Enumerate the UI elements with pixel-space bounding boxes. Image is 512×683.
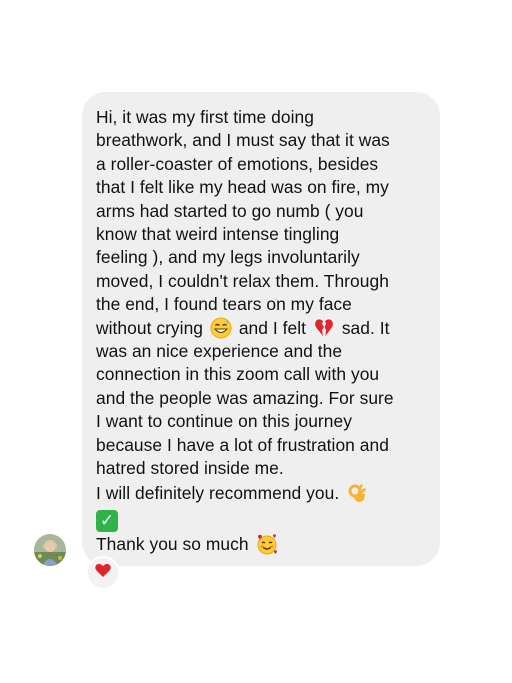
thank-you-line: Thank you so much (96, 533, 430, 556)
message-body-part1: Hi, it was my first time doing breathwor… (96, 107, 390, 338)
message-text-sad: sad. It (341, 317, 390, 338)
message-bubble[interactable]: Hi, it was my first time doing breathwor… (82, 92, 440, 566)
sender-avatar[interactable] (34, 534, 66, 566)
red-heart-icon (95, 563, 111, 583)
message-body-part2: was an nice experience and the connectio… (96, 341, 394, 479)
message-text-and-i-felt: and I felt (238, 317, 307, 338)
ok-hand-emoji-icon (346, 482, 368, 504)
grinning-sweat-emoji-icon (210, 317, 232, 339)
recommend-line: I will definitely recommend you. ✓ (96, 482, 430, 532)
thank-you-text: Thank you so much (96, 533, 249, 554)
chat-screen: Hi, it was my first time doing breathwor… (0, 0, 512, 683)
check-mark-button-emoji-icon: ✓ (96, 509, 118, 532)
broken-heart-emoji-icon (313, 317, 335, 339)
recommend-text: I will definitely recommend you. (96, 482, 340, 503)
heart-reaction-badge[interactable] (86, 556, 120, 590)
message-text: Hi, it was my first time doing breathwor… (96, 106, 430, 481)
smiling-face-with-hearts-emoji-icon (256, 533, 278, 555)
